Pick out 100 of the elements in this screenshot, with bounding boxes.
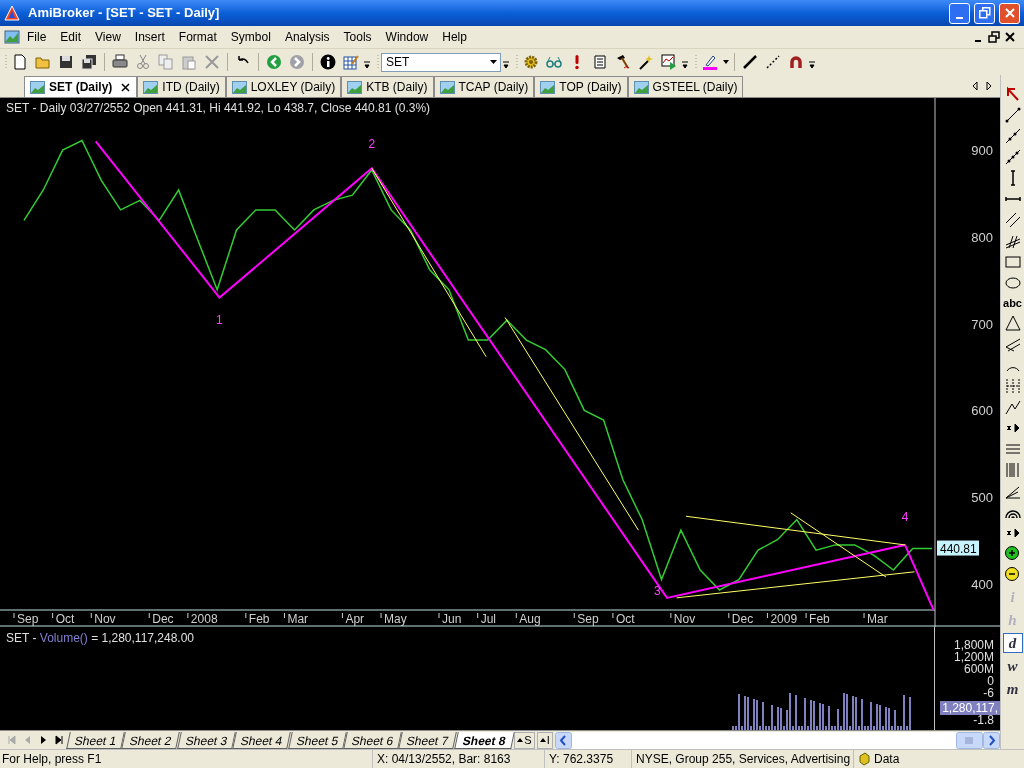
sheet-tab[interactable]: Sheet 3 — [176, 731, 236, 749]
chart-tab[interactable]: ITD (Daily) — [137, 76, 226, 97]
sheet-tab[interactable]: Sheet 6 — [343, 731, 403, 749]
back-icon[interactable] — [266, 54, 282, 70]
y-axis-label: 1,800M — [953, 639, 995, 651]
menu-item[interactable]: File — [20, 27, 54, 47]
x-axis-label: Jul — [480, 612, 496, 626]
chart-tab[interactable]: LOXLEY (Daily) — [225, 76, 342, 97]
cut-icon[interactable] — [135, 54, 151, 70]
y-axis-label: 1,200M — [953, 651, 995, 663]
open-folder-icon[interactable] — [35, 54, 51, 70]
forward-icon[interactable] — [289, 54, 305, 70]
rectangle-icon[interactable] — [1003, 253, 1022, 271]
interval-button[interactable]: d — [1002, 633, 1023, 653]
triangle-up-icon — [539, 737, 546, 743]
pane-button[interactable]: I — [536, 731, 553, 749]
scroll-icon[interactable] — [592, 54, 608, 70]
menu-item[interactable]: View — [88, 27, 128, 47]
menu-item[interactable]: Analysis — [277, 27, 337, 47]
pane-button[interactable]: S — [514, 731, 535, 749]
chart-tab[interactable]: TCAP (Daily) — [433, 76, 535, 97]
triangle-up-icon — [517, 737, 524, 743]
menu-item[interactable]: Window — [378, 27, 436, 47]
last-sheet-icon[interactable] — [54, 734, 66, 746]
close-button[interactable] — [999, 2, 1020, 24]
status-text: For Help, press F1 — [1, 751, 103, 768]
save-all-icon[interactable] — [81, 54, 97, 70]
extended-line-icon[interactable] — [1003, 148, 1022, 166]
chart-tab[interactable]: TOP (Daily) — [534, 76, 628, 97]
minimize-button[interactable] — [949, 2, 970, 24]
app-logo-icon — [4, 5, 20, 21]
gear-icon[interactable] — [523, 54, 539, 70]
x-axis-label: Dec — [152, 612, 174, 626]
new-file-icon[interactable] — [12, 54, 28, 70]
line-segment-icon[interactable] — [1003, 106, 1022, 124]
maximize-button[interactable] — [974, 2, 995, 24]
menu-item[interactable]: Insert — [127, 27, 172, 47]
restore-icon[interactable] — [988, 31, 1000, 43]
sheet-tab[interactable]: Sheet 7 — [398, 731, 458, 749]
parallel-lines-icon[interactable] — [1003, 211, 1022, 229]
chart-tab[interactable]: SET (Daily) — [24, 76, 138, 97]
status-text: X: 04/13/2552, Bar: 8163 — [372, 750, 542, 768]
vertical-bars-icon[interactable] — [1003, 461, 1022, 479]
wand-icon[interactable] — [638, 54, 654, 70]
printer-icon[interactable] — [112, 54, 128, 70]
chart-tab[interactable]: KTB (Daily) — [341, 76, 434, 97]
x-axis-label: Sep — [577, 612, 599, 626]
sheet-tab[interactable]: Sheet 1 — [66, 731, 126, 749]
ray-icon[interactable] — [1003, 127, 1022, 145]
scroll-left-icon[interactable] — [970, 80, 980, 92]
scroll-thumb-icon[interactable] — [956, 731, 983, 749]
sheet-tab[interactable]: Sheet 8 — [453, 731, 515, 749]
y-axis-label: 900 — [971, 143, 993, 159]
text-tool-button[interactable]: abc — [1003, 295, 1022, 311]
close-tab-icon[interactable] — [120, 81, 132, 93]
menu-item[interactable]: Format — [171, 27, 224, 47]
cycle-lines-icon[interactable] — [1003, 377, 1022, 395]
menu-item[interactable]: Edit — [53, 27, 89, 47]
x-axis-label: Mar — [287, 612, 309, 626]
magnet-icon[interactable] — [788, 54, 804, 70]
x-axis-label: May — [384, 612, 407, 626]
menu-item[interactable]: Help — [435, 27, 474, 47]
close-icon[interactable] — [1004, 31, 1016, 43]
wave-label: 2 — [368, 137, 376, 152]
chart-icon — [540, 80, 556, 94]
x-axis-label: Sep — [17, 612, 39, 626]
zigzag-icon[interactable] — [1003, 398, 1022, 416]
chart-icon — [30, 80, 45, 94]
wave-label: 4 — [901, 509, 909, 524]
dotted-line-icon[interactable] — [765, 54, 781, 70]
zoom-out-icon[interactable] — [1003, 566, 1022, 584]
volume-header: SET - Volume() = 1,280,117,248.00 — [6, 630, 195, 647]
zoom-in-icon[interactable] — [1003, 545, 1022, 563]
line-icon[interactable] — [742, 54, 758, 70]
save-icon[interactable] — [58, 54, 74, 70]
y-axis-label: -1.8 — [973, 715, 994, 726]
info-icon[interactable] — [320, 54, 336, 70]
sheet-tab[interactable]: Sheet 4 — [232, 731, 292, 749]
ellipse-icon[interactable] — [1003, 274, 1022, 292]
chart-tab[interactable]: GSTEEL (Daily) — [627, 76, 744, 97]
menu-item[interactable]: Tools — [336, 27, 379, 47]
interval-button[interactable]: m — [1002, 679, 1023, 699]
close-icon — [1004, 8, 1015, 18]
sheet-tab[interactable]: Sheet 5 — [287, 731, 347, 749]
triangle-icon[interactable] — [1003, 314, 1022, 332]
minimize-icon — [956, 16, 963, 19]
sheet-tab[interactable]: Sheet 2 — [121, 731, 181, 749]
x-axis-label: Dec — [731, 612, 754, 626]
hammer-icon[interactable] — [615, 54, 631, 70]
status-text: Y: 762.3375 — [544, 750, 629, 768]
pen-color-icon[interactable] — [702, 54, 718, 70]
scroll-right-icon[interactable] — [984, 80, 994, 92]
glasses-icon[interactable] — [546, 54, 562, 70]
edit-table-icon[interactable] — [343, 54, 359, 70]
interval-button[interactable]: w — [1002, 656, 1023, 676]
symbol-combo[interactable]: SET — [381, 52, 501, 72]
last-price-badge: 440.81 — [937, 540, 979, 556]
horizontal-scrollbar[interactable] — [554, 731, 1000, 749]
menu-item[interactable]: Symbol — [223, 27, 278, 47]
chart-play-icon[interactable] — [661, 54, 677, 70]
